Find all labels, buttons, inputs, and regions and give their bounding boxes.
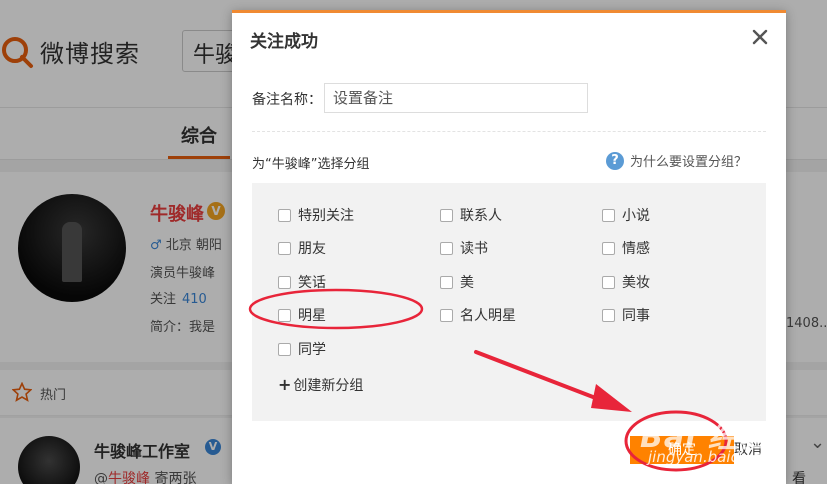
watermark-url: jingyan.baidu.com [648,448,787,466]
group-label: 读书 [460,241,488,257]
checkbox[interactable] [278,308,291,322]
remark-label: 备注名称： [252,92,322,108]
group-item[interactable]: 美妆 [602,272,650,292]
group-label: 笑话 [298,275,326,291]
plus-icon: + [278,375,292,394]
group-item[interactable]: 读书 [440,238,488,258]
group-item[interactable]: 情感 [602,238,650,258]
group-label: 情感 [622,241,650,257]
group-item[interactable]: 特别关注 [278,205,354,225]
group-list: 特别关注 联系人 小说 朋友 读书 情感 笑话 美 美妆 明星 名人明星 同事 … [252,183,766,421]
group-help-link[interactable]: ? 为什么要设置分组？ [606,151,747,170]
group-item[interactable]: 同学 [278,339,326,359]
checkbox[interactable] [278,241,291,255]
checkbox[interactable] [278,208,291,222]
dialog-divider [252,131,766,132]
group-item-star[interactable]: 明星 [278,305,326,325]
group-label: 美妆 [622,275,650,291]
checkbox[interactable] [602,208,615,222]
checkbox[interactable] [602,308,615,322]
group-label: 小说 [622,208,650,224]
group-label: 明星 [298,308,326,324]
checkbox[interactable] [440,308,453,322]
group-label: 美 [460,275,474,291]
group-item[interactable]: 同事 [602,305,650,325]
group-item[interactable]: 联系人 [440,205,502,225]
checkbox[interactable] [602,275,615,289]
checkbox[interactable] [440,241,453,255]
checkbox[interactable] [440,275,453,289]
group-item[interactable]: 美 [440,272,474,292]
group-label: 联系人 [460,208,502,224]
group-label: 同学 [298,342,326,358]
question-icon: ? [606,151,624,170]
group-item[interactable]: 笑话 [278,272,326,292]
group-label: 名人明星 [460,308,516,324]
dialog-title: 关注成功 [250,32,318,52]
group-label: 特别关注 [298,208,354,224]
group-title: 为“牛骏峰”选择分组 [252,157,370,172]
group-label: 朋友 [298,241,326,257]
group-label: 同事 [622,308,650,324]
create-group-button[interactable]: + 创建新分组 [278,375,363,395]
checkbox[interactable] [440,208,453,222]
create-group-label: 创建新分组 [293,378,364,394]
group-item[interactable]: 名人明星 [440,305,516,325]
checkbox[interactable] [278,342,291,356]
group-item[interactable]: 朋友 [278,238,326,258]
checkbox[interactable] [602,241,615,255]
checkbox[interactable] [278,275,291,289]
group-item[interactable]: 小说 [602,205,650,225]
remark-input[interactable] [324,83,588,113]
help-text: 为什么要设置分组？ [630,155,748,170]
close-icon[interactable] [750,27,770,47]
